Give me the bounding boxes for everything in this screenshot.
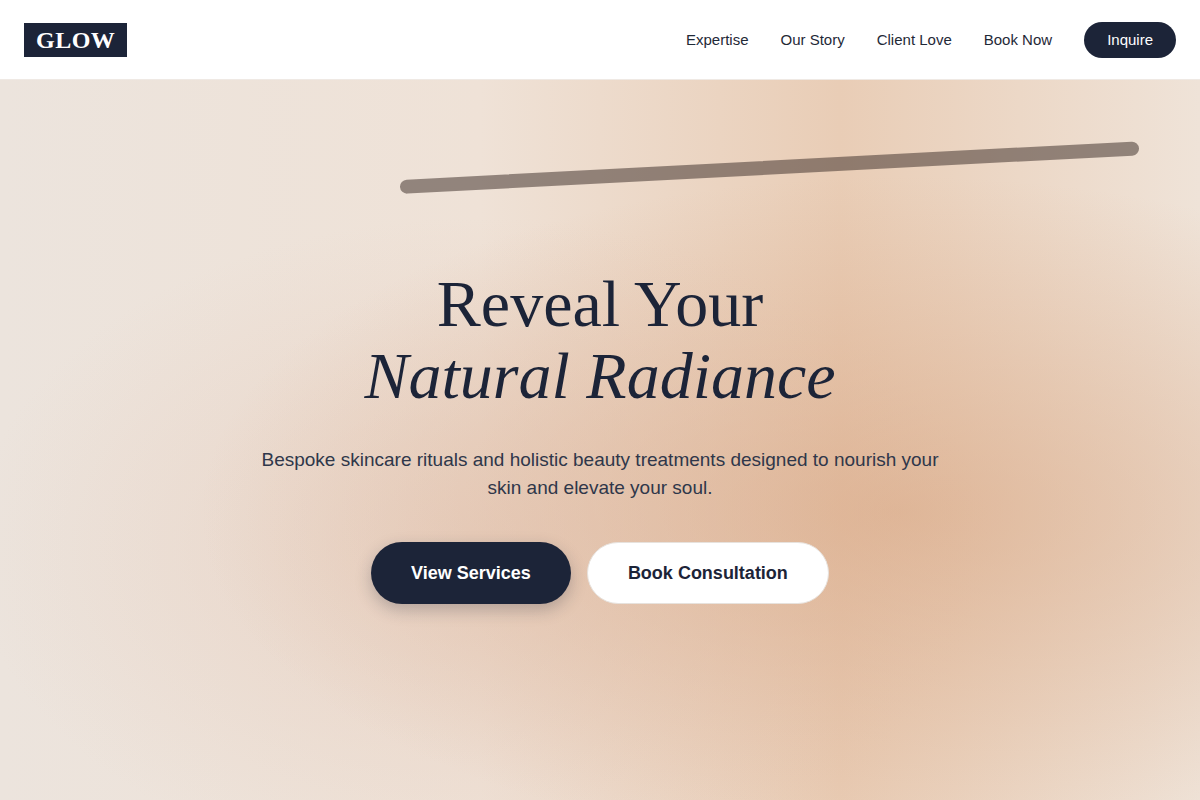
hero-title: Reveal YourNatural Radiance	[364, 268, 835, 412]
nav-link[interactable]: Book Now	[984, 31, 1052, 48]
inquire-button[interactable]: Inquire	[1084, 22, 1176, 58]
nav-link[interactable]: Expertise	[686, 31, 749, 48]
main-nav: Expertise Our Story Client Love Book Now Inq…	[686, 22, 1176, 58]
nav-link[interactable]: Our Story	[781, 31, 845, 48]
nav-link[interactable]: Client Love	[877, 31, 952, 48]
hero-subtitle: Bespoke skincare rituals and holistic be…	[260, 446, 940, 502]
hero-button[interactable]: View Services	[371, 542, 571, 604]
page: GLOW Expertise Our Story Client Love Book No…	[0, 0, 1200, 800]
hero-background-photo	[0, 80, 1200, 800]
hero-button[interactable]: Book Consultation	[587, 542, 829, 604]
logo[interactable]: GLOW	[24, 23, 127, 57]
site-header: GLOW Expertise Our Story Client Love Book No…	[0, 0, 1200, 80]
hero-title-line: Reveal Your	[437, 268, 763, 340]
hero-actions: View Services Book Consultation	[371, 542, 829, 604]
hero-title-emphasis: Natural Radiance	[364, 340, 835, 412]
hero: Reveal YourNatural Radiance Bespoke skinc…	[0, 80, 1200, 800]
hero-content: Reveal YourNatural Radiance Bespoke skinc…	[260, 268, 940, 612]
